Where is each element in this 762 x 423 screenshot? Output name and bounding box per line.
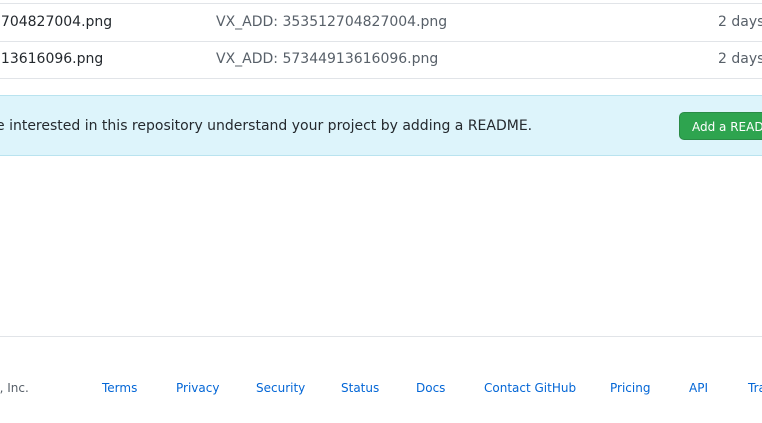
file-name-link[interactable]: 913616096.png [0,51,103,67]
footer-link-training[interactable]: Tra [748,381,762,395]
footer-link-terms[interactable]: Terms [102,381,137,395]
commit-message-link[interactable]: VX_ADD: 57344913616096.png [216,51,438,67]
footer-link-contact-github[interactable]: Contact GitHub [484,381,576,395]
commit-age: 2 days [718,14,762,30]
footer-link-security[interactable]: Security [256,381,305,395]
footer-divider [0,336,762,337]
readme-banner: e interested in this repository understa… [0,95,762,156]
footer: b, Inc. Terms Privacy Security Status Do… [0,381,762,401]
footer-link-privacy[interactable]: Privacy [176,381,219,395]
file-row: 2704827004.png VX_ADD: 353512704827004.p… [0,4,762,42]
add-readme-button[interactable]: Add a READM [679,112,762,140]
footer-link-pricing[interactable]: Pricing [610,381,650,395]
commit-message-link[interactable]: VX_ADD: 353512704827004.png [216,14,447,30]
footer-link-api[interactable]: API [689,381,708,395]
footer-link-docs[interactable]: Docs [416,381,445,395]
footer-copyright: b, Inc. [0,381,29,395]
file-row: 913616096.png VX_ADD: 57344913616096.png… [0,41,762,79]
commit-age: 2 days [718,51,762,67]
footer-link-status[interactable]: Status [341,381,379,395]
file-name-link[interactable]: 2704827004.png [0,14,112,30]
readme-banner-text: e interested in this repository understa… [0,118,533,134]
